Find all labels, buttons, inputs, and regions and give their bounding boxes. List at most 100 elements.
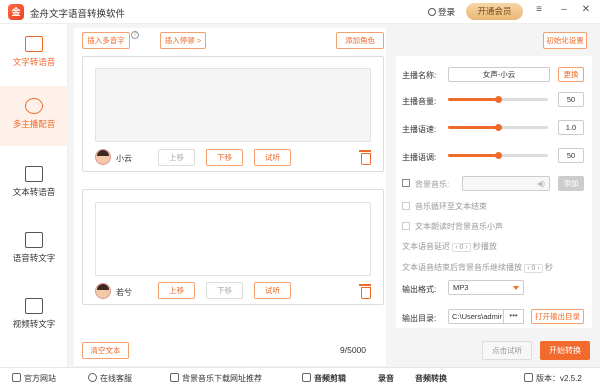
speed-label: 主播语速: [402,125,437,134]
insert-polyphone-button[interactable]: 插入多音字 [82,32,130,49]
app-title: 金舟文字语音转换软件 [30,9,126,20]
version-label: 版本：v2.5.2 [536,374,582,383]
change-anchor-button[interactable]: 更换 [558,67,584,82]
lower-volume-checkbox[interactable] [402,222,410,230]
delay-stepper[interactable]: ‹ 0 › [452,243,471,252]
preview-button[interactable]: 点击试听 [482,341,532,360]
pitch-label: 主播语调: [402,153,437,162]
slider-fill [448,98,498,101]
sidebar-item-video-to-text[interactable]: 视频转文字 [0,286,68,346]
record-label: 录音 [378,374,394,383]
continue-label: 文本语音结束后背景音乐继续播放 [402,263,522,272]
move-up-button[interactable]: 上移 [158,149,195,166]
anchor-name-field: 女声-小云 [448,67,550,82]
pitch-slider[interactable] [448,152,548,159]
help-icon[interactable]: ? [131,31,139,39]
avatar [95,149,111,165]
sidebar-item-speech-to-text[interactable]: 语音转文字 [0,220,68,280]
login-button[interactable]: 登录 [428,6,455,18]
pitch-input[interactable]: 50 [558,148,584,163]
bgm-checkbox[interactable] [402,179,410,187]
loop-checkbox[interactable] [402,202,410,210]
minimize-icon[interactable]: – [558,4,570,15]
clear-text-button[interactable]: 清空文本 [82,342,129,359]
title-bar: 金 金舟文字语音转换软件 登录 开通会员 ≡ – ✕ [0,0,600,24]
multi-anchor-icon [25,98,43,114]
sidebar-item-label: 多主播配音 [12,119,56,129]
output-dir-field[interactable]: C:\Users\admir [448,309,504,324]
anchor-card: 若兮 上移 下移 试听 [82,189,384,305]
user-icon [428,8,436,16]
slider-knob[interactable] [495,96,502,103]
browse-button[interactable]: ••• [504,309,524,324]
anchor-name-label: 主播名称: [402,71,437,80]
close-icon[interactable]: ✕ [580,4,592,15]
lower-volume-label: 文本朗读时背景音乐小声 [415,222,503,231]
insert-pause-button[interactable]: 插入停顿 > [160,32,206,49]
record-link[interactable]: 录音 [378,373,394,384]
continue-stepper[interactable]: ‹ 0 › [524,264,543,273]
bottom-bar: 官方网站 在线客服 背景音乐下载网址推荐 音频剪辑 录音 音频转换 版本：v2.… [0,367,600,387]
home-icon [12,373,21,382]
init-settings-button[interactable]: 初始化设置 [543,32,587,49]
menu-icon[interactable]: ≡ [533,4,545,15]
add-role-button[interactable]: 添加角色 [336,32,384,49]
anchor-card: 小云 上移 下移 试听 [82,56,384,172]
start-convert-button[interactable]: 开始转换 [540,341,590,360]
audition-button[interactable]: 试听 [254,149,291,166]
char-counter: 9/5000 [340,345,366,355]
delete-icon[interactable] [359,284,371,299]
service-label: 在线客服 [100,374,132,383]
volume-input[interactable]: 50 [558,92,584,107]
document-icon [25,166,43,182]
delete-icon[interactable] [359,150,371,165]
slider-knob[interactable] [495,152,502,159]
headset-icon [88,373,97,382]
sidebar-item-document-to-speech[interactable]: 文本转语音 [0,154,68,214]
audio-cut-link[interactable]: 音频剪辑 [302,373,346,384]
script-text-area[interactable] [95,68,371,142]
sidebar: 文字转语音 多主播配音 文本转语音 语音转文字 视频转文字 [0,24,68,367]
text-to-speech-icon [25,36,43,52]
delay-suffix: 秒播放 [472,242,497,251]
audition-button[interactable]: 试听 [254,282,291,299]
script-text-area[interactable] [95,202,371,276]
website-link[interactable]: 官方网站 [12,373,56,384]
service-link[interactable]: 在线客服 [88,373,132,384]
slider-fill [448,154,498,157]
move-down-button[interactable]: 下移 [206,149,243,166]
website-label: 官方网站 [24,374,56,383]
audio-convert-link[interactable]: 音频转换 [415,373,447,384]
slider-fill [448,126,498,129]
volume-slider[interactable] [448,96,548,103]
continue-row: 文本语音结束后背景音乐继续播放 ‹ 0 › 秒 [402,262,553,273]
loop-label: 音乐循环至文本结束 [415,202,487,211]
speed-slider[interactable] [448,124,548,131]
video-to-text-icon [25,298,43,314]
sidebar-item-text-to-speech[interactable]: 文字转语音 [0,24,68,84]
bgm-field[interactable]: ◀) [462,176,550,191]
open-output-dir-button[interactable]: 打开输出目录 [531,309,584,324]
voice-name: 小云 [116,154,132,163]
music-icon [170,373,179,382]
bgm-download-link[interactable]: 背景音乐下载网址推荐 [170,373,262,384]
format-select[interactable]: MP3 [448,280,524,295]
app-logo-icon: 金 [8,4,24,20]
slider-knob[interactable] [495,124,502,131]
delay-label: 文本语音延迟 [402,242,450,251]
speech-to-text-icon [25,232,43,248]
audio-convert-label: 音频转换 [415,374,447,383]
download-icon [524,373,533,382]
move-up-button[interactable]: 上移 [158,282,195,299]
sidebar-item-label: 文字转语音 [12,57,56,67]
format-label: 输出格式: [402,285,437,294]
sidebar-item-multi-anchor[interactable]: 多主播配音 [0,86,68,146]
output-dir-label: 输出目录: [402,314,437,323]
delay-row: 文本语音延迟 ‹ 0 › 秒播放 [402,241,497,252]
add-bgm-button[interactable]: 添加 [558,176,584,191]
move-down-button[interactable]: 下移 [206,282,243,299]
vip-button[interactable]: 开通会员 [466,3,523,20]
sidebar-item-label: 文本转语音 [12,187,56,197]
continue-suffix: 秒 [544,263,553,272]
speed-input[interactable]: 1.0 [558,120,584,135]
